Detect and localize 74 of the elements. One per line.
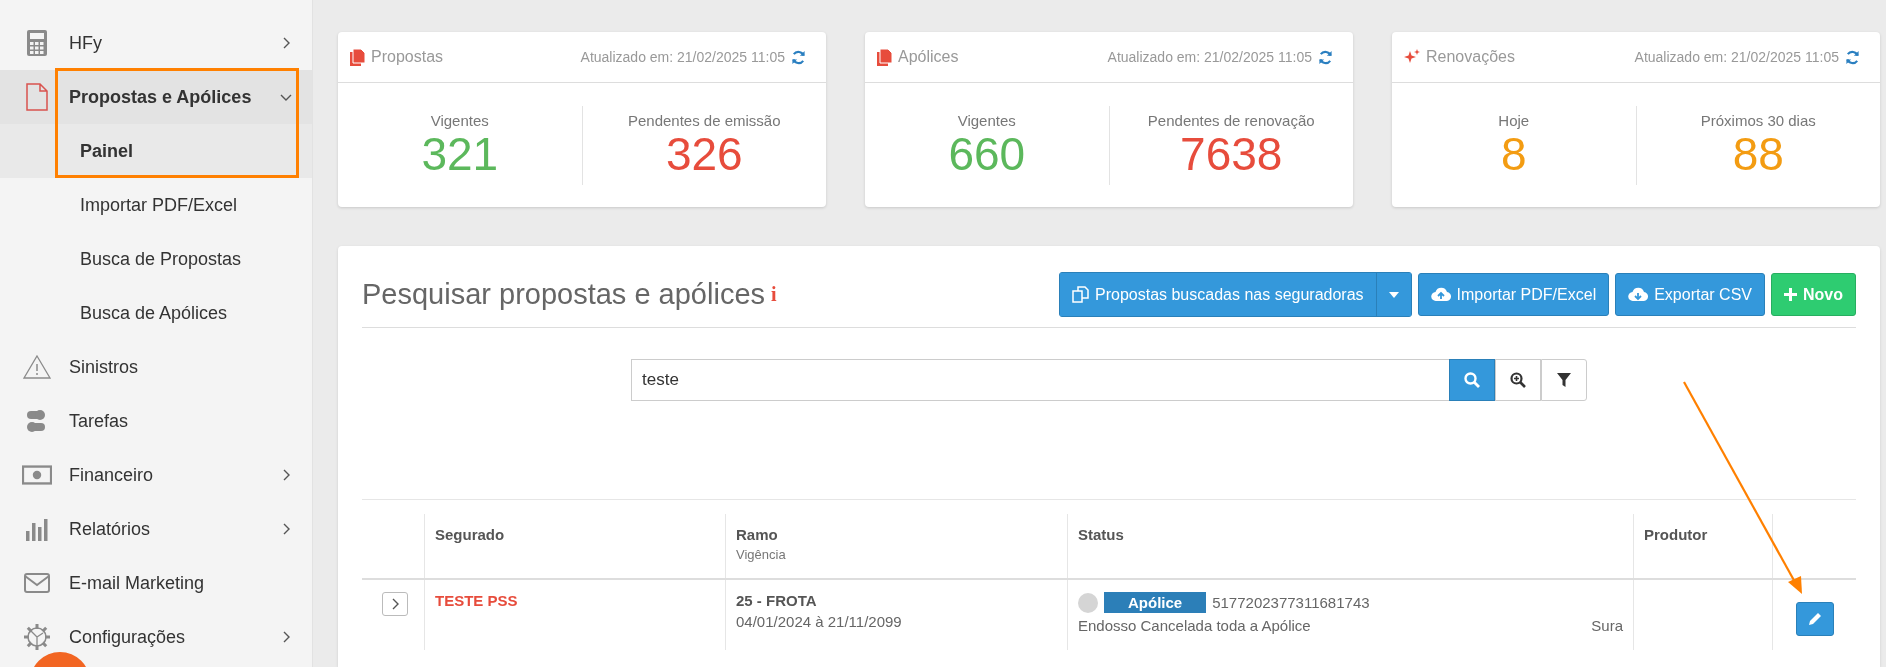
expand-button[interactable] xyxy=(382,592,408,616)
sidebar-item[interactable]: Configurações xyxy=(0,610,312,664)
stat-value: 660 xyxy=(948,128,1026,179)
stat-label: Próximos 30 dias xyxy=(1700,111,1816,129)
bar-chart-icon xyxy=(26,517,48,541)
search-button[interactable] xyxy=(1449,359,1495,401)
envelope-icon xyxy=(24,573,50,593)
validity-text: 04/01/2024 à 21/11/2099 xyxy=(736,613,903,630)
policy-number: 5177202377311681743 xyxy=(1212,594,1370,611)
card-title: Renovações xyxy=(1426,48,1516,66)
cloud-download-icon xyxy=(1628,287,1649,302)
status-badge: Apólice xyxy=(1104,592,1207,613)
stat-value: 321 xyxy=(421,128,499,179)
column-header: Produtor xyxy=(1644,526,1709,543)
status-note: Endosso Cancelada toda a Apólice xyxy=(1078,617,1311,634)
sidebar-item[interactable]: Financeiro xyxy=(0,448,312,502)
caret-icon xyxy=(1388,291,1399,298)
updated-time: Atualizado em: 21/02/2025 11:05 xyxy=(1634,49,1839,65)
warning-icon xyxy=(23,355,51,379)
stat-value: 326 xyxy=(665,128,743,179)
stat-value: 7638 xyxy=(1180,128,1283,179)
banknote-icon xyxy=(22,465,52,485)
submenu-item[interactable]: Busca de Propostas xyxy=(0,232,312,286)
filter-button[interactable] xyxy=(1541,359,1587,401)
sidebar-item[interactable]: HFy xyxy=(0,16,312,70)
updated-time: Atualizado em: 21/02/2025 11:05 xyxy=(580,49,785,65)
documents-icon xyxy=(877,48,892,66)
cloud-upload-icon xyxy=(1430,287,1451,302)
filter-icon xyxy=(1557,373,1571,387)
zoom-button[interactable] xyxy=(1495,359,1541,401)
plus-icon xyxy=(1784,288,1797,301)
refresh-icon[interactable] xyxy=(1318,49,1333,65)
search-icon xyxy=(1464,372,1480,388)
zoom-in-icon xyxy=(1510,372,1526,388)
column-header: Segurado xyxy=(435,526,506,543)
sparkles-icon xyxy=(1404,49,1420,65)
sidebar-item[interactable]: Tarefas xyxy=(0,394,312,448)
stat-value: 8 xyxy=(1500,128,1527,179)
sidebar-item[interactable]: Relatórios xyxy=(0,502,312,556)
status-dot xyxy=(1078,592,1098,613)
refresh-icon[interactable] xyxy=(1845,49,1860,65)
insured-name[interactable]: TESTE PSS xyxy=(435,592,715,609)
refresh-icon[interactable] xyxy=(791,49,806,65)
insurer-name: Sura xyxy=(1591,617,1623,634)
submenu-item[interactable]: Importar PDF/Excel xyxy=(0,178,312,232)
document-icon xyxy=(26,83,48,111)
submenu-item[interactable]: Painel xyxy=(0,124,312,178)
stat-value: 88 xyxy=(1732,128,1784,179)
stat-label: Pendentes de renovação xyxy=(1147,111,1315,129)
card-title: Propostas xyxy=(371,48,445,66)
column-subheader: Vigência xyxy=(736,547,787,562)
gear-icon xyxy=(23,623,51,651)
stat-label: Vigentes xyxy=(957,111,1016,129)
search-field[interactable]: teste xyxy=(631,359,1449,401)
sidebar-item[interactable]: E-mail Marketing xyxy=(0,556,312,610)
stat-label: Vigentes xyxy=(430,111,489,129)
column-header: Status xyxy=(1078,526,1125,543)
calculator-icon xyxy=(27,30,47,56)
sidebar-item[interactable]: Propostas e Apólices xyxy=(0,70,312,124)
updated-time: Atualizado em: 21/02/2025 11:05 xyxy=(1107,49,1312,65)
sidebar-item[interactable]: Sinistros xyxy=(0,340,312,394)
documents-icon xyxy=(350,48,365,66)
pencil-icon xyxy=(1807,612,1822,626)
info-mark[interactable]: i xyxy=(771,283,1053,306)
stat-label: Pendentes de emissão xyxy=(627,111,781,129)
card-title: Apólices xyxy=(898,48,960,66)
column-header: Ramo xyxy=(736,526,779,543)
branch-text: 25 - FROTA xyxy=(736,592,818,609)
panel-title: Pesquisar propostas e apólices xyxy=(362,278,765,311)
copy-icon xyxy=(1072,286,1089,303)
stat-label: Hoje xyxy=(1498,111,1530,129)
submenu-item[interactable]: Busca de Apólices xyxy=(0,286,312,340)
toggles-icon xyxy=(27,409,47,433)
edit-button[interactable] xyxy=(1795,602,1834,636)
